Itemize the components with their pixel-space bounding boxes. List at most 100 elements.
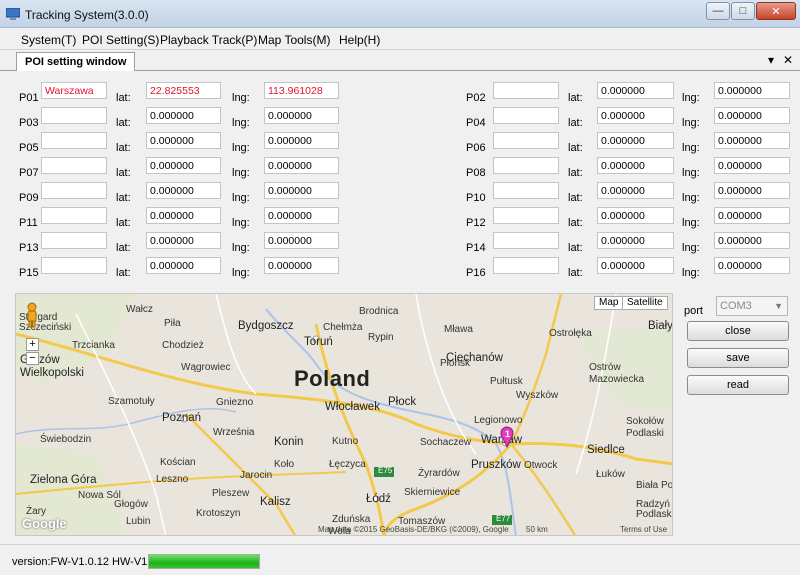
road-shield-e75: E75 xyxy=(378,466,393,475)
poi-lng-field[interactable]: 0.000000 xyxy=(714,207,790,224)
tab-close-icon[interactable]: ✕ xyxy=(783,53,793,67)
lng-label: lng: xyxy=(682,217,700,229)
poi-name-field[interactable] xyxy=(41,232,107,249)
map-city-label: Otwock xyxy=(524,460,558,471)
close-window-button[interactable]: ✕ xyxy=(756,2,796,20)
poi-id-label: P08 xyxy=(466,167,486,179)
zoom-in-button[interactable]: + xyxy=(26,338,39,351)
poi-lng-field[interactable]: 0.000000 xyxy=(264,257,339,274)
zoom-out-button[interactable]: − xyxy=(26,352,39,365)
poi-lat-field[interactable]: 22.825553 xyxy=(146,82,221,99)
poi-name-field[interactable] xyxy=(493,257,559,274)
poi-lng-field[interactable]: 0.000000 xyxy=(264,157,339,174)
street-view-pegman-icon[interactable] xyxy=(25,302,39,328)
poi-lng-field[interactable]: 113.961028 xyxy=(264,82,339,99)
poi-lng-field[interactable]: 0.000000 xyxy=(714,257,790,274)
maximize-button[interactable]: □ xyxy=(731,2,755,20)
poi-lng-field[interactable]: 0.000000 xyxy=(264,182,339,199)
menu-playback-track[interactable]: Playback Track(P) xyxy=(160,33,257,47)
port-label: port xyxy=(684,305,703,317)
minimize-button[interactable]: — xyxy=(706,2,730,20)
port-select[interactable]: COM3 ▼ xyxy=(716,296,788,316)
poi-lat-field[interactable]: 0.000000 xyxy=(146,132,221,149)
map-city-label: Płońsk xyxy=(440,358,471,369)
poi-lng-field[interactable]: 0.000000 xyxy=(714,232,790,249)
poi-lng-field[interactable]: 0.000000 xyxy=(714,132,790,149)
poi-lat-field[interactable]: 0.000000 xyxy=(597,182,674,199)
poi-name-field[interactable] xyxy=(41,207,107,224)
port-select-value: COM3 xyxy=(720,300,752,312)
lng-label: lng: xyxy=(682,192,700,204)
poi-lat-field[interactable]: 0.000000 xyxy=(597,257,674,274)
lng-label: lng: xyxy=(232,167,250,179)
version-label: version:FW-V1.0.12 HW-V1.5 xyxy=(12,556,157,568)
menu-help[interactable]: Help(H) xyxy=(339,33,380,47)
save-button[interactable]: save xyxy=(687,348,789,368)
menu-poi-setting[interactable]: POI Setting(S) xyxy=(82,33,159,47)
map-city-label: Konin xyxy=(274,436,304,448)
tab-poi-setting-window[interactable]: POI setting window xyxy=(16,52,136,72)
map-city-label: Września xyxy=(213,427,255,438)
poi-name-field[interactable] xyxy=(493,132,559,149)
poi-name-field[interactable] xyxy=(493,232,559,249)
poi-lat-field[interactable]: 0.000000 xyxy=(146,232,221,249)
poi-name-field[interactable] xyxy=(41,157,107,174)
poi-id-label: P10 xyxy=(466,192,486,204)
poi-lat-field[interactable]: 0.000000 xyxy=(597,107,674,124)
poi-lat-field[interactable]: 0.000000 xyxy=(597,157,674,174)
close-port-button[interactable]: close xyxy=(687,321,789,341)
poi-name-field[interactable] xyxy=(493,157,559,174)
poi-lng-field[interactable]: 0.000000 xyxy=(714,82,790,99)
poi-name-field[interactable]: Warszawa xyxy=(41,82,107,99)
poi-lat-field[interactable]: 0.000000 xyxy=(146,157,221,174)
poi-id-label: P16 xyxy=(466,267,486,279)
map-city-label: Głogów xyxy=(114,499,148,510)
poi-name-field[interactable] xyxy=(493,82,559,99)
poi-lng-field[interactable]: 0.000000 xyxy=(264,207,339,224)
poi-name-field[interactable] xyxy=(41,182,107,199)
lng-label: lng: xyxy=(682,142,700,154)
poi-lng-field[interactable]: 0.000000 xyxy=(264,232,339,249)
poi-lng-field[interactable]: 0.000000 xyxy=(264,107,339,124)
poi-name-field[interactable] xyxy=(493,207,559,224)
poi-lat-field[interactable]: 0.000000 xyxy=(146,207,221,224)
poi-lat-field[interactable]: 0.000000 xyxy=(146,107,221,124)
poi-lat-field[interactable]: 0.000000 xyxy=(146,257,221,274)
map-city-label: Łódź xyxy=(366,493,391,505)
lng-label: lng: xyxy=(682,267,700,279)
map-city-label: Kościan xyxy=(160,457,196,468)
lat-label: lat: xyxy=(568,192,583,204)
poi-name-field[interactable] xyxy=(493,182,559,199)
map-type-map-button[interactable]: Map xyxy=(594,296,624,310)
poi-lat-field[interactable]: 0.000000 xyxy=(597,132,674,149)
lat-label: lat: xyxy=(116,92,131,104)
menu-system[interactable]: System(T) xyxy=(21,33,76,47)
map-view[interactable]: Poland Stargard Szczeciński Wałcz Piła B… xyxy=(15,293,673,536)
poi-name-field[interactable] xyxy=(41,107,107,124)
poi-lat-field[interactable]: 0.000000 xyxy=(597,207,674,224)
lng-label: lng: xyxy=(682,242,700,254)
poi-lat-field[interactable]: 0.000000 xyxy=(146,182,221,199)
map-city-label: Kutno xyxy=(332,436,359,447)
read-button[interactable]: read xyxy=(687,375,789,395)
poi-lng-field[interactable]: 0.000000 xyxy=(714,182,790,199)
map-city-label: Żyrardów xyxy=(418,468,460,479)
map-type-satellite-button[interactable]: Satellite xyxy=(622,296,668,310)
poi-lng-field[interactable]: 0.000000 xyxy=(714,157,790,174)
progress-bar-fill xyxy=(149,555,259,568)
poi-name-field[interactable] xyxy=(493,107,559,124)
map-terms-link[interactable]: Terms of Use xyxy=(620,525,667,534)
map-city-label: Wałcz xyxy=(126,304,153,315)
poi-name-field[interactable] xyxy=(41,257,107,274)
menu-map-tools[interactable]: Map Tools(M) xyxy=(258,33,330,47)
poi-name-field[interactable] xyxy=(41,132,107,149)
map-city-label: Zielona Góra xyxy=(30,474,97,486)
lat-label: lat: xyxy=(116,242,131,254)
poi-lng-field[interactable]: 0.000000 xyxy=(714,107,790,124)
lat-label: lat: xyxy=(568,267,583,279)
poi-lat-field[interactable]: 0.000000 xyxy=(597,232,674,249)
poi-lng-field[interactable]: 0.000000 xyxy=(264,132,339,149)
map-city-label: Legionowo xyxy=(474,415,523,426)
tab-list-dropdown-icon[interactable]: ▾ xyxy=(768,53,774,67)
poi-lat-field[interactable]: 0.000000 xyxy=(597,82,674,99)
